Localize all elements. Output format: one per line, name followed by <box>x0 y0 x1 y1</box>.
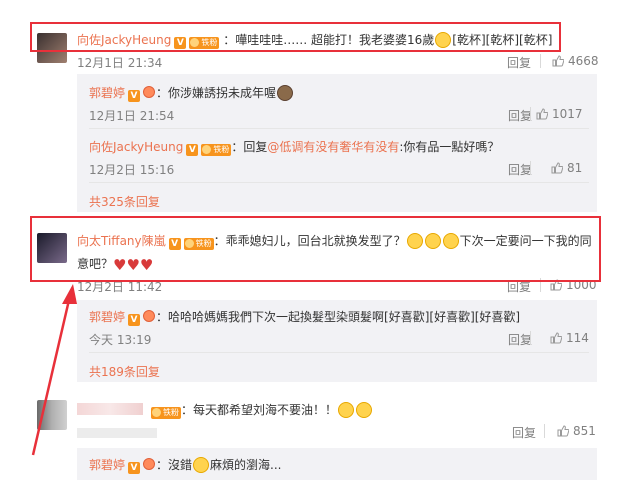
annotation-arrow <box>31 284 77 456</box>
